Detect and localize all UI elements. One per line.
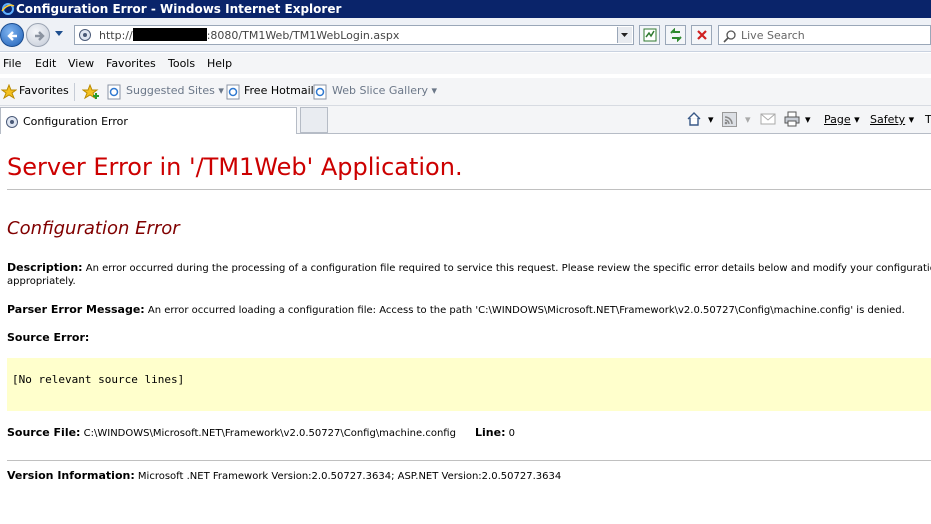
parser-error-label: Parser Error Message: xyxy=(7,303,145,316)
favorites-item-free-hotmail[interactable]: Free Hotmail xyxy=(244,84,314,97)
line-value: 0 xyxy=(505,428,516,439)
page-title: Server Error in '/TM1Web' Application. xyxy=(7,153,463,181)
stop-button[interactable] xyxy=(691,25,712,45)
new-tab-button[interactable] xyxy=(300,107,328,133)
page-menu-button[interactable]: Page ▾ xyxy=(824,113,860,126)
version-text: Microsoft .NET Framework Version:2.0.507… xyxy=(134,471,562,482)
back-button[interactable] xyxy=(0,23,24,47)
description-text: An error occurred during the processing … xyxy=(82,263,931,274)
refresh-button[interactable] xyxy=(665,25,686,45)
ie-logo-icon xyxy=(1,3,15,15)
mail-icon[interactable] xyxy=(760,113,776,125)
page-content: Server Error in '/TM1Web' Application. C… xyxy=(0,135,931,524)
window-titlebar: Configuration Error - Windows Internet E… xyxy=(0,0,931,18)
divider xyxy=(7,189,931,190)
print-dropdown-icon[interactable]: ▾ xyxy=(805,113,811,126)
compatibility-icon xyxy=(643,28,657,42)
safety-menu-button[interactable]: Safety ▾ xyxy=(870,113,914,126)
search-icon xyxy=(723,30,736,43)
description-label: Description: xyxy=(7,261,83,274)
divider xyxy=(7,460,931,461)
page-icon xyxy=(6,116,18,128)
stop-icon xyxy=(697,30,707,40)
feeds-dropdown-icon[interactable]: ▾ xyxy=(745,113,751,126)
line-label: Line: xyxy=(475,426,506,439)
compatibility-view-button[interactable] xyxy=(639,25,660,45)
command-bar: Configuration Error ▾ ▾ ▾ Page ▾ Safety … xyxy=(0,106,931,134)
description-paragraph: Description: An error occurred during th… xyxy=(7,261,931,288)
refresh-icon xyxy=(670,28,682,42)
parser-error-text: An error occurred loading a configuratio… xyxy=(144,305,905,316)
source-code-box: [No relevant source lines] xyxy=(7,358,931,411)
error-heading: Configuration Error xyxy=(7,218,180,239)
chevron-down-icon xyxy=(621,33,628,37)
address-toolbar: http://:8080/TM1Web/TM1WebLogin.aspx Liv… xyxy=(0,18,931,52)
back-arrow-icon xyxy=(7,31,17,41)
favorites-button[interactable]: Favorites xyxy=(19,84,69,97)
page-icon xyxy=(79,29,91,41)
window-title: Configuration Error - Windows Internet E… xyxy=(16,2,342,16)
ie-page-icon xyxy=(313,84,327,100)
source-error-paragraph: Source Error: xyxy=(7,331,89,345)
history-dropdown-icon[interactable] xyxy=(54,31,64,37)
separator xyxy=(74,83,75,101)
menu-bar: File Edit View Favorites Tools Help xyxy=(0,53,931,74)
tools-menu-button[interactable]: T xyxy=(925,113,931,126)
home-icon[interactable] xyxy=(686,111,702,127)
source-file-paragraph: Source File: C:\WINDOWS\Microsoft.NET\Fr… xyxy=(7,426,515,440)
version-label: Version Information: xyxy=(7,469,135,482)
favorites-item-suggested-sites[interactable]: Suggested Sites ▾ xyxy=(126,84,224,97)
forward-button[interactable] xyxy=(26,23,50,47)
feeds-icon[interactable] xyxy=(722,112,737,127)
menu-tools[interactable]: Tools xyxy=(168,57,195,70)
redacted-host xyxy=(132,28,207,41)
source-lines: [No relevant source lines] xyxy=(12,373,185,386)
favorites-star-icon xyxy=(1,84,17,100)
menu-help[interactable]: Help xyxy=(207,57,232,70)
address-url: http://:8080/TM1Web/TM1WebLogin.aspx xyxy=(99,28,400,42)
menu-favorites[interactable]: Favorites xyxy=(106,57,156,70)
ie-page-icon xyxy=(226,84,240,100)
tab-title: Configuration Error xyxy=(23,115,128,128)
source-file-path: C:\WINDOWS\Microsoft.NET\Framework\v2.0.… xyxy=(80,428,456,439)
search-placeholder: Live Search xyxy=(741,29,805,42)
menu-edit[interactable]: Edit xyxy=(35,57,56,70)
address-dropdown-button[interactable] xyxy=(617,27,632,43)
home-dropdown-icon[interactable]: ▾ xyxy=(708,113,714,126)
source-error-label: Source Error: xyxy=(7,331,90,344)
forward-arrow-icon xyxy=(35,31,45,41)
add-favorite-icon[interactable] xyxy=(82,84,100,100)
parser-error-paragraph: Parser Error Message: An error occurred … xyxy=(7,303,905,317)
favorites-item-web-slice-gallery[interactable]: Web Slice Gallery ▾ xyxy=(332,84,437,97)
search-input[interactable]: Live Search xyxy=(718,25,931,45)
source-file-label: Source File: xyxy=(7,426,81,439)
address-field[interactable]: http://:8080/TM1Web/TM1WebLogin.aspx xyxy=(74,25,634,45)
menu-file[interactable]: File xyxy=(3,57,21,70)
menu-view[interactable]: View xyxy=(68,57,94,70)
version-paragraph: Version Information: Microsoft .NET Fram… xyxy=(7,469,561,483)
tab-configuration-error[interactable]: Configuration Error xyxy=(0,107,297,134)
ie-page-icon xyxy=(107,84,121,100)
description-text-cont: appropriately. xyxy=(7,276,76,287)
favorites-bar: Favorites Suggested Sites ▾ Free Hotmail… xyxy=(0,78,931,106)
print-icon[interactable] xyxy=(784,111,800,127)
